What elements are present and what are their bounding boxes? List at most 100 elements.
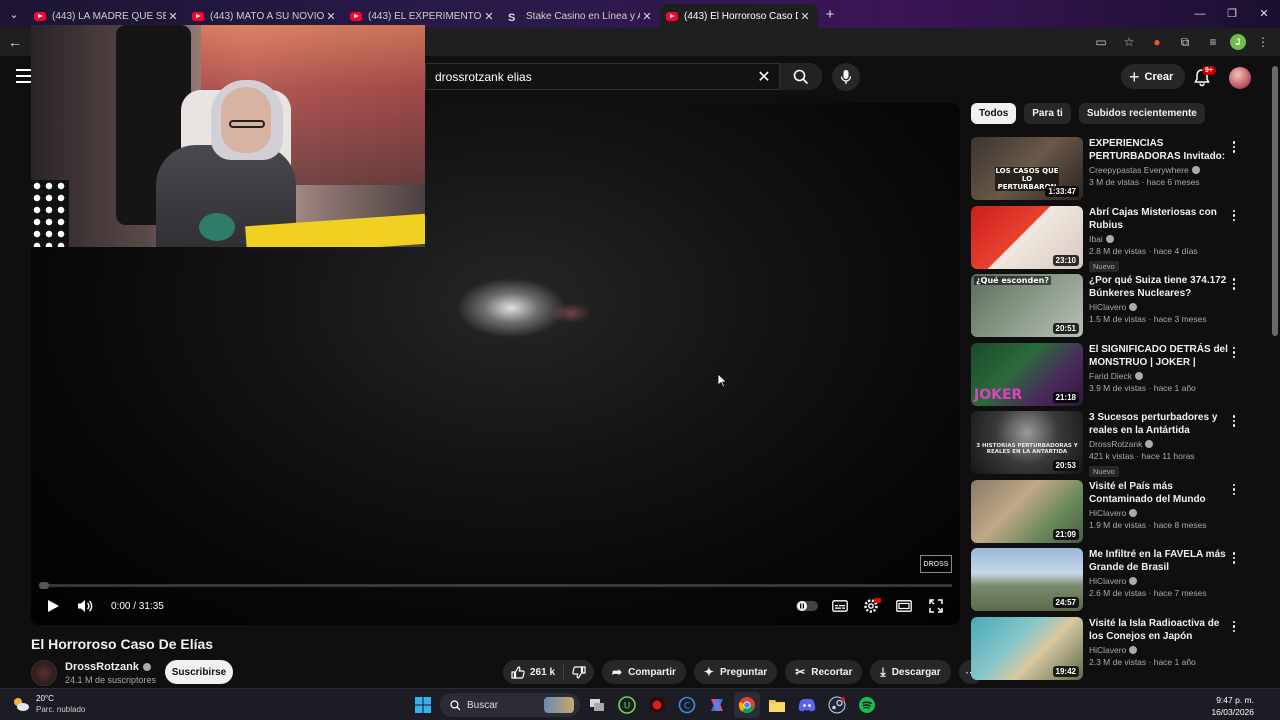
recommendation-item[interactable]: JOKER 21:18 El SIGNIFICADO DETRÁS del MO…: [971, 342, 1246, 412]
more-options-icon[interactable]: [1228, 413, 1240, 429]
channel-name[interactable]: DrossRotzank: [65, 661, 151, 673]
search-bar[interactable]: drossrotzank elias ✕: [425, 63, 822, 90]
miniplayer-button[interactable]: [888, 590, 920, 622]
recommendation-item[interactable]: 19:42 Visité la Isla Radioactiva de los …: [971, 616, 1246, 686]
more-options-icon[interactable]: [1228, 550, 1240, 566]
search-input[interactable]: drossrotzank elias: [426, 70, 749, 84]
like-button[interactable]: 261 k: [503, 660, 563, 684]
channel-avatar[interactable]: [31, 660, 57, 686]
close-tab-icon[interactable]: ✕: [324, 10, 338, 23]
recommendation-title[interactable]: Abrí Cajas Misteriosas con Rubius: [1089, 206, 1229, 232]
video-thumbnail[interactable]: JOKER 21:18: [971, 342, 1083, 406]
browser-tab[interactable]: S Stake Casino en Línea y Apuest✕: [502, 4, 660, 28]
chip-subidos-recientemente[interactable]: Subidos recientemente: [1078, 103, 1205, 124]
recommendation-item[interactable]: 3 HISTORIAS PERTURBADORAS Y REALES EN LA…: [971, 411, 1246, 480]
more-options-icon[interactable]: [1228, 276, 1240, 292]
chrome-icon[interactable]: [734, 692, 760, 718]
minimize-icon[interactable]: —: [1184, 0, 1216, 28]
share-button[interactable]: ➦ Compartir: [602, 660, 686, 684]
chip-para-ti[interactable]: Para ti: [1024, 103, 1071, 124]
discord-icon[interactable]: [794, 692, 820, 718]
taskbar-search[interactable]: Buscar: [440, 693, 580, 717]
subtitles-button[interactable]: [824, 590, 856, 622]
recommendation-channel[interactable]: Creepypastas Everywhere: [1089, 165, 1229, 175]
close-tab-icon[interactable]: ✕: [798, 10, 812, 23]
close-tab-icon[interactable]: ✕: [166, 10, 180, 23]
recommendation-item[interactable]: 24:57 Me Infiltré en la FAVELA más Grand…: [971, 548, 1246, 617]
video-thumbnail[interactable]: LOS CASOS QUE LO PERTURBARON 1:33:47: [971, 137, 1083, 200]
recommendation-title[interactable]: El SIGNIFICADO DETRÁS del MONSTRUO | JOK…: [1089, 343, 1229, 369]
recommendation-title[interactable]: Visité el País más Contaminado del Mundo: [1089, 480, 1229, 506]
windows-start-icon[interactable]: [410, 692, 436, 718]
subscribe-button[interactable]: Suscribirse: [165, 660, 233, 684]
cortana-icon[interactable]: C: [674, 692, 700, 718]
recommendation-channel[interactable]: DrossRotzank: [1089, 439, 1229, 449]
clear-search-icon[interactable]: ✕: [749, 67, 779, 87]
close-window-icon[interactable]: ✕: [1248, 0, 1280, 28]
account-avatar[interactable]: [1229, 67, 1251, 89]
recommendation-item[interactable]: 23:10 Abrí Cajas Misteriosas con Rubius …: [971, 205, 1246, 275]
cast-icon[interactable]: ▭: [1090, 32, 1112, 52]
spotify-icon[interactable]: [854, 692, 880, 718]
menu-icon[interactable]: [16, 69, 32, 87]
system-clock[interactable]: 9:47 p. m. 16/03/2026: [1211, 694, 1254, 718]
recommendation-channel[interactable]: HiClavero: [1089, 302, 1229, 312]
more-options-icon[interactable]: [1228, 619, 1240, 635]
recommendation-channel[interactable]: HiClavero: [1089, 576, 1229, 586]
recommendation-title[interactable]: EXPERIENCIAS PERTURBADORAS Invitado: ...: [1089, 137, 1229, 163]
weather-widget[interactable]: 20°C Parc. nublado: [12, 693, 85, 715]
puzzle-icon[interactable]: ⧉: [1174, 32, 1196, 52]
video-thumbnail[interactable]: 3 HISTORIAS PERTURBADORAS Y REALES EN LA…: [971, 411, 1083, 474]
recommendation-title[interactable]: 3 Sucesos perturbadores y reales en la A…: [1089, 411, 1229, 437]
download-button[interactable]: ⤓ Descargar: [870, 660, 951, 684]
recommendation-item[interactable]: ¿Qué esconden? 20:51 ¿Por qué Suiza tien…: [971, 274, 1246, 343]
recommendation-title[interactable]: Visité la Isla Radioactiva de los Conejo…: [1089, 617, 1229, 643]
copilot-icon[interactable]: [704, 692, 730, 718]
fullscreen-button[interactable]: [920, 590, 952, 622]
dislike-button[interactable]: [564, 660, 594, 684]
upwork-icon[interactable]: U: [614, 692, 640, 718]
browser-tab-active[interactable]: (443) El Horroroso Caso De Elía✕: [660, 4, 818, 28]
video-thumbnail[interactable]: 21:09: [971, 479, 1083, 543]
task-view-icon[interactable]: [584, 692, 610, 718]
steam-icon[interactable]: [824, 692, 850, 718]
video-thumbnail[interactable]: ¿Qué esconden? 20:51: [971, 274, 1083, 337]
ask-button[interactable]: ✦ Preguntar: [693, 660, 778, 684]
video-thumbnail[interactable]: 24:57: [971, 548, 1083, 611]
volume-button[interactable]: [69, 590, 101, 622]
more-options-icon[interactable]: [1228, 482, 1240, 498]
channel-watermark[interactable]: DROSS: [920, 555, 952, 573]
create-button[interactable]: + Crear: [1121, 64, 1186, 89]
new-tab-icon[interactable]: +: [818, 6, 842, 23]
play-button[interactable]: [37, 590, 69, 622]
close-tab-icon[interactable]: ✕: [640, 10, 654, 23]
red-app-icon[interactable]: [644, 692, 670, 718]
chip-todos[interactable]: Todos: [971, 103, 1017, 124]
recommendation-channel[interactable]: Ibai: [1089, 234, 1229, 244]
recommendation-item[interactable]: 21:09 Visité el País más Contaminado del…: [971, 479, 1246, 549]
media-queue-icon[interactable]: ≡: [1202, 32, 1224, 52]
more-options-icon[interactable]: [1228, 139, 1240, 155]
recommendation-channel[interactable]: HiClavero: [1089, 645, 1229, 655]
back-arrow-icon[interactable]: ←: [8, 34, 22, 50]
clip-button[interactable]: ✂ Recortar: [785, 660, 863, 684]
profile-avatar-icon[interactable]: J: [1230, 34, 1246, 50]
page-scrollbar[interactable]: [1272, 66, 1278, 336]
settings-button[interactable]: [856, 590, 888, 622]
extension-icon[interactable]: ●: [1146, 32, 1168, 52]
tab-search-chevron-icon[interactable]: ⌄: [0, 0, 28, 28]
bookmark-star-icon[interactable]: ☆: [1118, 32, 1140, 52]
recommendation-channel[interactable]: HiClavero: [1089, 508, 1229, 518]
close-tab-icon[interactable]: ✕: [482, 10, 496, 23]
video-thumbnail[interactable]: 19:42: [971, 616, 1083, 680]
restore-icon[interactable]: ❐: [1216, 0, 1248, 28]
voice-search-button[interactable]: [832, 63, 860, 91]
recommendation-item[interactable]: LOS CASOS QUE LO PERTURBARON 1:33:47 EXP…: [971, 137, 1246, 206]
autoplay-toggle[interactable]: [792, 590, 824, 622]
recommendation-title[interactable]: Me Infiltré en la FAVELA más Grande de B…: [1089, 548, 1229, 574]
browser-menu-icon[interactable]: ⋮: [1252, 32, 1274, 52]
search-button[interactable]: [779, 63, 821, 90]
video-thumbnail[interactable]: 23:10: [971, 205, 1083, 269]
more-options-icon[interactable]: [1228, 208, 1240, 224]
more-options-icon[interactable]: [1228, 345, 1240, 361]
